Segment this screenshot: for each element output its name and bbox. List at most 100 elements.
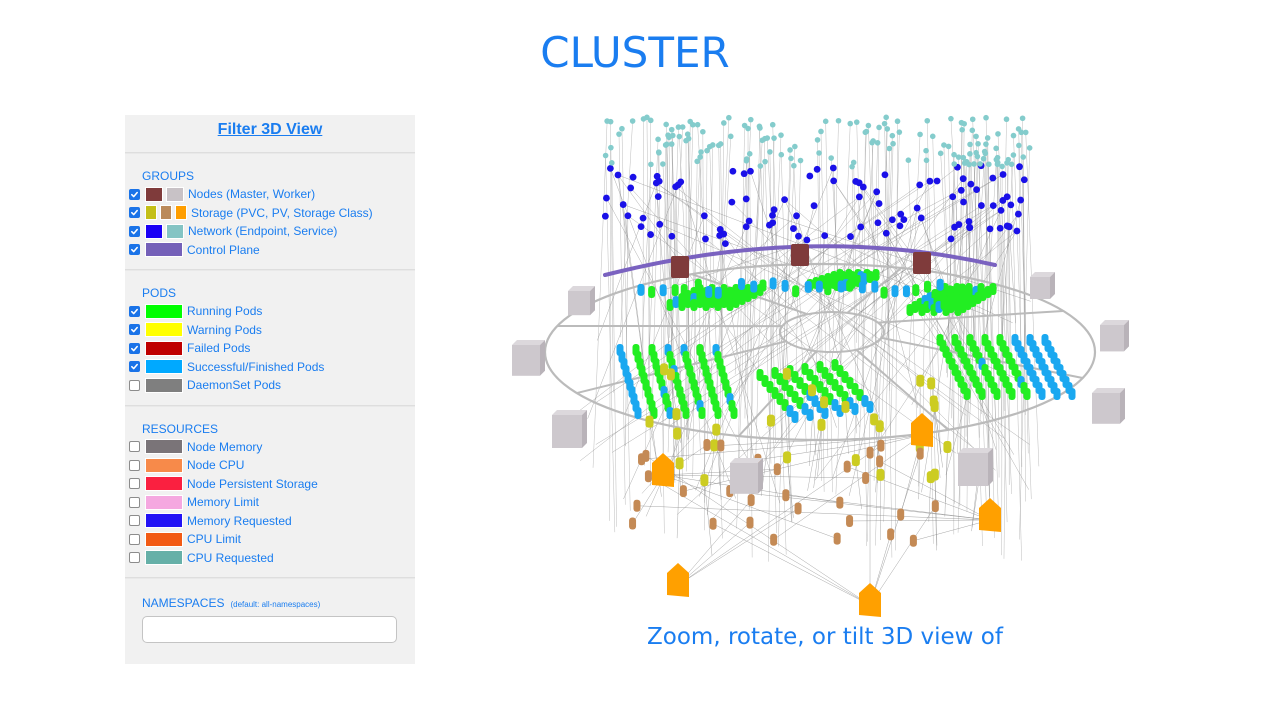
pod <box>923 280 931 293</box>
service-node <box>769 121 776 128</box>
color-swatch <box>145 439 183 455</box>
pod-filter-label[interactable]: Warning Pods <box>187 323 262 337</box>
service-node <box>977 161 983 167</box>
cluster-3d-canvas[interactable] <box>500 105 1140 635</box>
service-node <box>676 133 683 140</box>
group-filter-label[interactable]: Network (Endpoint, Service) <box>188 224 337 238</box>
endpoint-node <box>955 221 963 228</box>
resource-filter-row[interactable]: Memory Requested <box>125 512 415 531</box>
service-node <box>655 136 661 143</box>
service-node <box>814 137 821 143</box>
endpoint-node <box>654 193 662 201</box>
pod <box>750 280 758 293</box>
pod <box>671 284 679 297</box>
resource-filter-label[interactable]: Node CPU <box>187 458 244 472</box>
endpoint-node <box>700 212 708 220</box>
endpoint-node <box>810 202 818 210</box>
resource-filter-label[interactable]: Node Persistent Storage <box>187 477 318 491</box>
resource-checkbox[interactable] <box>129 441 140 453</box>
endpoint-node <box>973 186 980 194</box>
pod <box>698 407 706 419</box>
pod-filter-row[interactable]: Failed Pods <box>125 339 415 358</box>
checkmark-icon <box>131 345 138 352</box>
endpoint-node <box>742 195 750 203</box>
group-filter-label[interactable]: Control Plane <box>187 243 260 257</box>
service-node <box>850 159 857 166</box>
pod-filter-label[interactable]: Successful/Finished Pods <box>187 360 324 374</box>
pod-filter-row[interactable]: Successful/Finished Pods <box>125 358 415 377</box>
endpoint-node <box>790 225 797 232</box>
pod-filter-label[interactable]: Running Pods <box>187 304 262 318</box>
namespaces-input[interactable] <box>142 616 397 643</box>
pod-filter-row[interactable]: Running Pods <box>125 302 415 321</box>
group-checkbox[interactable] <box>129 207 140 219</box>
service-node <box>721 120 727 126</box>
pvc <box>927 377 936 390</box>
endpoint-node <box>656 220 664 228</box>
resources-heading: RESOURCES <box>142 421 219 436</box>
resource-filter-label[interactable]: Memory Requested <box>187 514 292 528</box>
endpoint-node <box>619 201 627 208</box>
pod <box>672 296 680 308</box>
pod <box>682 407 690 419</box>
group-filter-row[interactable]: Nodes (Master, Worker) <box>125 185 415 204</box>
group-checkbox[interactable] <box>129 188 140 200</box>
group-filter-label[interactable]: Nodes (Master, Worker) <box>188 187 315 201</box>
pod-filter-row[interactable]: Warning Pods <box>125 321 415 340</box>
filter-panel-title[interactable]: Filter 3D View <box>125 120 415 152</box>
pod-filter-label[interactable]: DaemonSet Pods <box>187 378 281 392</box>
resource-checkbox[interactable] <box>129 496 140 508</box>
resource-filter-row[interactable]: Node Memory <box>125 438 415 457</box>
checkmark-icon <box>131 247 138 253</box>
pod-filter-row[interactable]: DaemonSet Pods <box>125 376 415 395</box>
endpoint-node <box>716 225 724 233</box>
graph-objects <box>512 114 1129 617</box>
group-checkbox[interactable] <box>129 225 140 237</box>
resource-filter-row[interactable]: CPU Limit <box>125 530 415 549</box>
service-node <box>890 140 896 147</box>
resource-filter-row[interactable]: Node Persistent Storage <box>125 475 415 494</box>
pod-filter-label[interactable]: Failed Pods <box>187 341 250 355</box>
resource-checkbox[interactable] <box>129 478 140 490</box>
resource-filter-row[interactable]: Memory Limit <box>125 493 415 512</box>
pod-checkbox[interactable] <box>129 361 140 373</box>
resource-filter-row[interactable]: Node CPU <box>125 456 415 475</box>
group-filter-row[interactable]: Network (Endpoint, Service) <box>125 222 415 241</box>
pods-section: PODS Running Pods Warning Pods Failed Pods… <box>125 270 415 405</box>
service-node <box>717 141 724 147</box>
group-filter-label[interactable]: Storage (PVC, PV, Storage Class) <box>191 206 373 220</box>
service-node <box>993 145 999 152</box>
pod <box>1008 388 1016 400</box>
resource-checkbox[interactable] <box>129 533 140 545</box>
group-filter-row[interactable]: Control Plane <box>125 241 415 260</box>
resource-checkbox[interactable] <box>129 515 140 527</box>
resource-filter-label[interactable]: CPU Requested <box>187 551 274 565</box>
resource-filter-label[interactable]: Node Memory <box>187 440 262 454</box>
group-checkbox[interactable] <box>129 244 140 256</box>
service-node <box>690 121 696 128</box>
pod-checkbox[interactable] <box>129 342 140 354</box>
pod <box>1068 388 1076 400</box>
pod-checkbox[interactable] <box>129 379 140 391</box>
endpoint-node <box>637 223 645 231</box>
resource-filter-label[interactable]: Memory Limit <box>187 495 259 509</box>
resource-filter-row[interactable]: CPU Requested <box>125 549 415 568</box>
endpoint-node <box>874 219 882 227</box>
resource-filter-label[interactable]: CPU Limit <box>187 532 241 546</box>
worker-node <box>1100 320 1129 352</box>
service-node <box>945 143 952 150</box>
endpoint-node <box>917 214 925 222</box>
endpoint-node <box>949 193 957 201</box>
service-node <box>896 129 903 135</box>
pod <box>781 279 789 292</box>
pod-checkbox[interactable] <box>129 305 140 317</box>
resource-checkbox[interactable] <box>129 552 140 564</box>
pod-checkbox[interactable] <box>129 324 140 336</box>
pod <box>963 388 971 400</box>
resource-checkbox[interactable] <box>129 459 140 471</box>
group-filter-row[interactable]: Storage (PVC, PV, Storage Class) <box>125 204 415 223</box>
edge-line <box>849 519 991 522</box>
endpoint-node <box>960 198 967 206</box>
service-node <box>951 161 958 167</box>
edge-line <box>773 181 931 480</box>
